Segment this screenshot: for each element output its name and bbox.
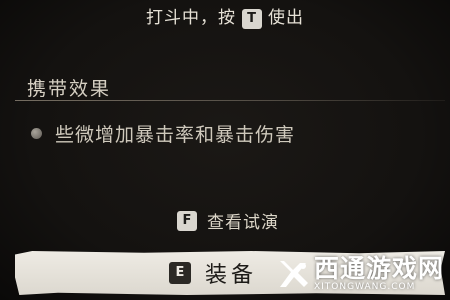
throw-hint-prefix: 打斗中，按	[146, 8, 236, 28]
throw-hint: 打斗中，按 T 使出	[0, 3, 450, 29]
round-bullet-icon	[31, 128, 42, 139]
effect-row: 些微增加暴击率和暴击伤害	[31, 120, 295, 147]
section-divider	[15, 100, 445, 101]
view-preview-button[interactable]: F 查看试演	[0, 208, 450, 233]
view-preview-label: 查看试演	[207, 213, 279, 233]
watermark-cn: 西通游戏网	[313, 254, 444, 283]
xitong-logo-icon	[279, 261, 308, 287]
watermark-en: XITONGWANG.COM	[313, 282, 416, 292]
carry-effect-title: 携带效果	[27, 78, 112, 100]
key-t-badge: T	[242, 8, 262, 29]
key-e-badge: E	[168, 262, 191, 284]
effect-description: 些微增加暴击率和暴击伤害	[55, 124, 296, 146]
throw-hint-suffix: 使出	[268, 8, 304, 28]
key-f-badge: F	[177, 210, 197, 231]
equip-label: 装备	[204, 263, 257, 288]
site-watermark: 西通游戏网 XITONGWANG.COM	[276, 256, 444, 292]
